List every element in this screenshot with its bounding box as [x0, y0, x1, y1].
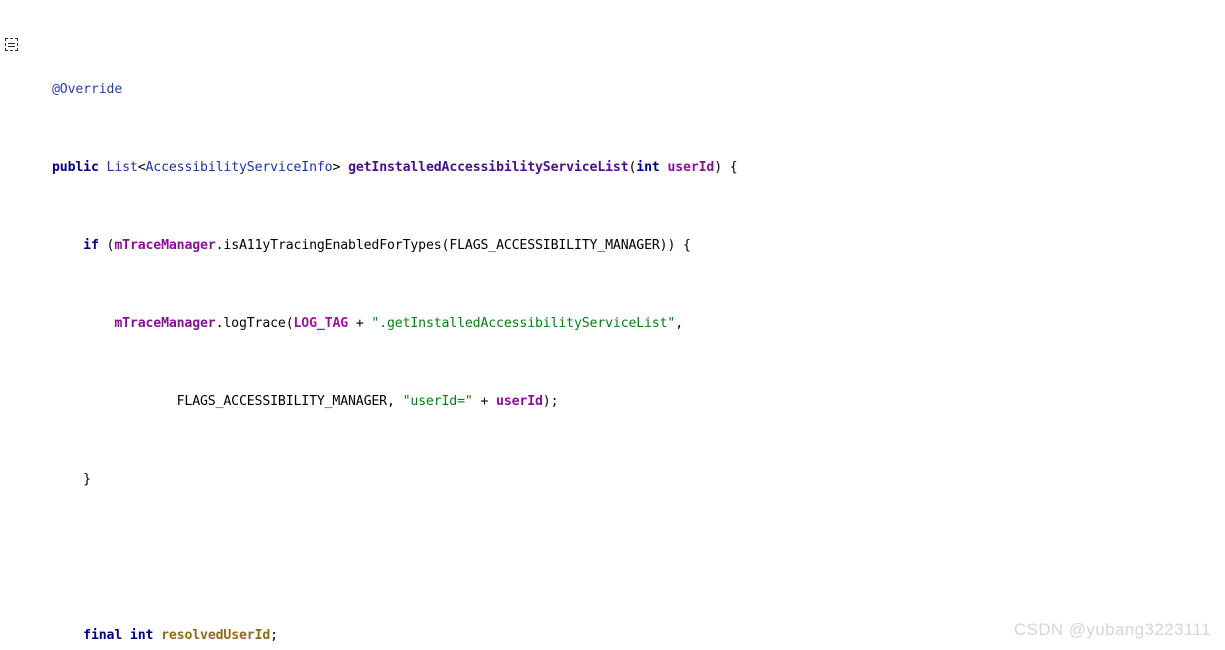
code-line-3: if (mTraceManager.isA11yTracingEnabledFo…	[83, 237, 691, 253]
editor-gutter	[0, 0, 26, 650]
code-line-1: @Override	[52, 81, 123, 97]
code-editor-screenshot: @Override public List<AccessibilityServi…	[0, 0, 1225, 650]
code-line-2: public List<AccessibilityServiceInfo> ge…	[52, 159, 738, 175]
code-fold-collapse-icon[interactable]	[5, 38, 18, 51]
csdn-watermark: CSDN @yubang3223111	[1013, 620, 1211, 639]
code-line-6: }	[52, 471, 91, 487]
code-content[interactable]: @Override public List<AccessibilityServi…	[52, 21, 1212, 650]
code-line-5: FLAGS_ACCESSIBILITY_MANAGER, "userId=" +…	[176, 393, 559, 409]
code-line-4: mTraceManager.logTrace(LOG_TAG + ".getIn…	[114, 315, 684, 331]
